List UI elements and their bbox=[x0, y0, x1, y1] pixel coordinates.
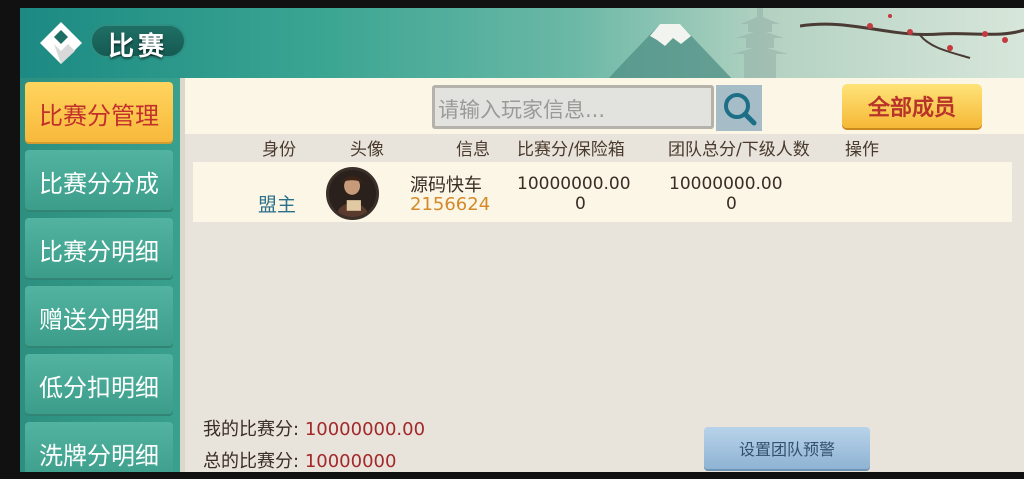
sidebar-item-gift-details[interactable]: 赠送分明细 bbox=[25, 286, 173, 348]
avatar bbox=[326, 167, 379, 220]
main-content: 请输入玩家信息... 全部成员 身份 头像 信息 比赛分/保险箱 团队总分/下级… bbox=[185, 78, 1024, 472]
total-score: 总的比赛分: 10000000 bbox=[203, 447, 396, 472]
search-bar: 请输入玩家信息... 全部成员 bbox=[185, 78, 1024, 134]
column-header-info: 信息 bbox=[456, 140, 490, 160]
total-score-label: 总的比赛分: bbox=[203, 451, 300, 472]
pagoda-decoration bbox=[732, 8, 788, 78]
sidebar-item-shuffle-details[interactable]: 洗牌分明细 bbox=[25, 422, 173, 472]
team-score-value: 10000000.00 bbox=[669, 174, 783, 194]
set-team-warning-button[interactable]: 设置团队预警 bbox=[704, 427, 870, 469]
member-role: 盟主 bbox=[258, 194, 297, 216]
column-header-team-score: 团队总分/下级人数 bbox=[668, 140, 810, 160]
game-window: 比赛 比赛分管理 比赛分分成 比赛分明细 赠送分明细 低分扣明细 洗牌分明细 请… bbox=[20, 8, 1024, 472]
sidebar-item-score-management[interactable]: 比赛分管理 bbox=[25, 82, 173, 144]
column-header-avatar: 头像 bbox=[350, 140, 384, 160]
plum-branch-decoration bbox=[800, 14, 1024, 59]
mountain-decoration bbox=[608, 24, 732, 78]
column-header-score-safe: 比赛分/保险箱 bbox=[517, 140, 625, 160]
sidebar-item-score-share[interactable]: 比赛分分成 bbox=[25, 150, 173, 212]
column-header-role: 身份 bbox=[262, 140, 296, 160]
search-icon[interactable] bbox=[716, 85, 762, 131]
sidebar-item-score-details[interactable]: 比赛分明细 bbox=[25, 218, 173, 280]
safe-value: 0 bbox=[575, 194, 586, 214]
my-score-label: 我的比赛分: bbox=[203, 419, 300, 440]
all-members-button[interactable]: 全部成员 bbox=[842, 84, 982, 128]
back-arrow-icon[interactable] bbox=[38, 20, 84, 66]
my-score-value: 10000000.00 bbox=[304, 419, 426, 440]
member-id: 2156624 bbox=[410, 194, 491, 215]
subordinate-count: 0 bbox=[726, 194, 737, 214]
column-header-actions: 操作 bbox=[845, 140, 879, 160]
score-value: 10000000.00 bbox=[517, 174, 631, 194]
sidebar: 比赛分管理 比赛分分成 比赛分明细 赠送分明细 低分扣明细 洗牌分明细 bbox=[20, 78, 180, 472]
header-bar: 比赛 bbox=[20, 8, 1024, 78]
page-title: 比赛 bbox=[108, 32, 169, 62]
total-score-value: 10000000 bbox=[304, 451, 397, 472]
search-input[interactable]: 请输入玩家信息... bbox=[432, 85, 714, 129]
sidebar-item-low-deduction-details[interactable]: 低分扣明细 bbox=[25, 354, 173, 416]
my-score: 我的比赛分: 10000000.00 bbox=[203, 415, 425, 441]
